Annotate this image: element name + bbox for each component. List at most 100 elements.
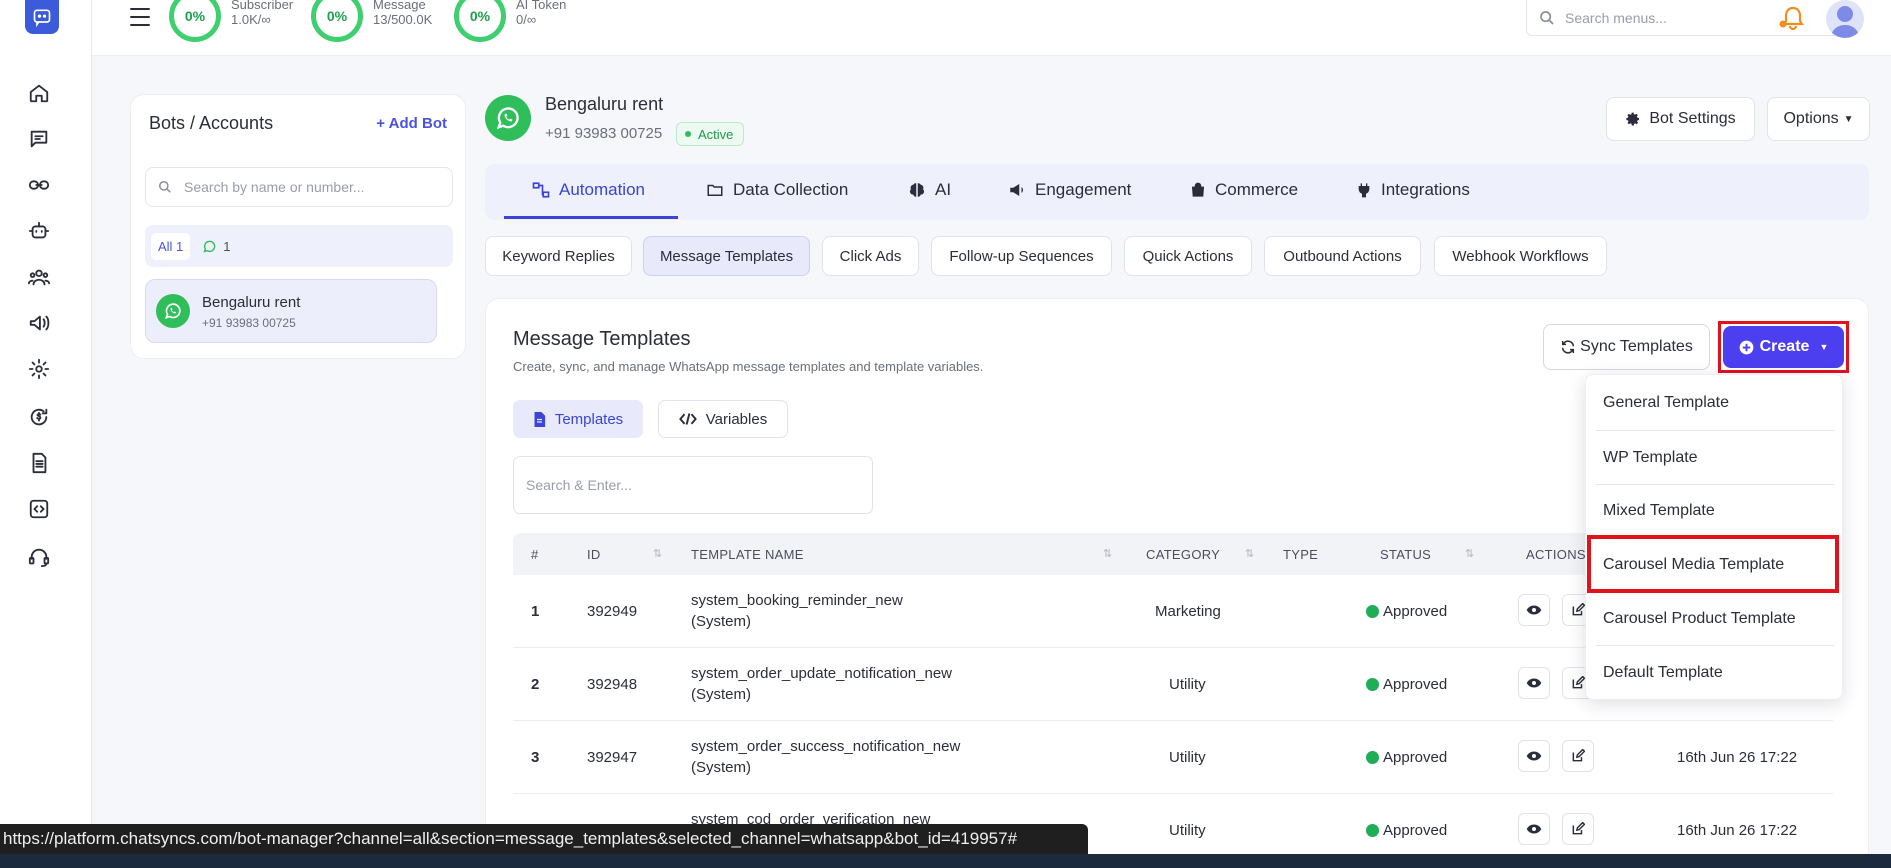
bot-item-phone: +91 93983 00725 [202,316,296,330]
template-category: Utility [1169,676,1206,693]
stat-label: Subscriber [231,0,294,12]
caret-down-icon: ▼ [1843,113,1854,125]
hamburger-menu-icon[interactable] [130,8,150,26]
tab-label: Engagement [1035,180,1132,199]
subtab-outbound-actions[interactable]: Outbound Actions [1264,236,1421,276]
broadcast-icon[interactable] [26,310,52,336]
column-header-id[interactable]: ID [587,533,601,575]
page-title: Message Templates [513,328,691,350]
whatsapp-icon [156,294,190,328]
subtab-message-templates[interactable]: Message Templates [643,236,810,276]
menu-item-general-template[interactable]: General Template [1586,376,1844,430]
column-header-num: # [531,546,539,562]
notification-bell-icon[interactable] [1778,4,1808,34]
sort-icon[interactable]: ⇅ [1103,547,1112,560]
sort-icon[interactable]: ⇅ [653,547,662,560]
megaphone-icon [1010,184,1023,196]
file-icon [534,411,545,427]
status-badge-label: Active [698,126,734,142]
subtab-click-ads[interactable]: Click Ads [822,236,919,276]
edit-icon[interactable] [1562,740,1594,772]
support-headset-icon[interactable] [26,544,52,570]
bot-settings-label: Bot Settings [1649,110,1736,127]
settings-gear-icon[interactable] [26,356,52,382]
edit-icon[interactable] [1562,813,1594,845]
tab-commerce[interactable]: Commerce [1190,162,1298,218]
row-number: 2 [531,676,540,693]
status-label: Approved [1383,749,1448,766]
menu-item-mixed-template[interactable]: Mixed Template [1586,484,1844,538]
status-label: Approved [1383,603,1448,620]
view-eye-icon[interactable] [1518,594,1550,626]
message-stat: 0% Message 13/500.0K [311,0,432,42]
link-icon[interactable] [26,172,52,198]
users-icon[interactable] [26,264,52,290]
filter-all-chip[interactable]: All 1 [151,232,191,260]
tab-engagement[interactable]: Engagement [1008,162,1131,218]
column-header-type: TYPE [1283,546,1319,562]
templates-toggle-label: Templates [554,410,624,428]
user-avatar[interactable] [1826,0,1864,38]
add-bot-button[interactable]: + Add Bot [376,115,447,132]
bot-list-item[interactable]: Bengaluru rent +91 93983 00725 [145,279,437,343]
row-number: 3 [531,749,540,766]
template-search-input[interactable] [526,477,846,493]
tab-ai[interactable]: AI [908,162,951,218]
sort-icon[interactable]: ⇅ [1245,547,1254,560]
home-icon[interactable] [26,80,52,106]
bots-accounts-panel: Bots / Accounts + Add Bot All 1 1 Bengal… [130,94,466,359]
bot-icon[interactable] [26,218,52,244]
status-bar-url: https://platform.chatsyncs.com/bot-manag… [0,824,1088,854]
bot-item-name: Bengaluru rent [202,294,301,311]
column-header-status[interactable]: STATUS [1380,533,1431,575]
bot-title: Bengaluru rent [545,94,664,114]
subtab-keyword-replies[interactable]: Keyword Replies [485,236,632,276]
bots-search-input[interactable] [184,179,434,195]
subtab-follow-up-sequences[interactable]: Follow-up Sequences [931,236,1112,276]
top-bar: 0% Subscriber 1.0K/∞ 0% Message 13/500.0… [92,0,1891,56]
menu-item-carousel-product-template[interactable]: Carousel Product Template [1586,592,1844,646]
template-tag: (System) [691,686,751,703]
column-header-template-name[interactable]: TEMPLATE NAME [691,533,804,575]
variables-toggle-button[interactable]: Variables [658,400,788,438]
page-subtitle: Create, sync, and manage WhatsApp messag… [513,359,984,374]
template-category: Marketing [1155,603,1221,620]
tab-automation[interactable]: Automation [532,162,645,218]
brain-icon [909,183,925,197]
app-logo-icon[interactable] [25,0,59,34]
ai-token-progress-ring: 0% [454,0,506,42]
menu-search-input[interactable] [1565,9,1805,26]
view-eye-icon[interactable] [1518,740,1550,772]
template-status: Approved [1366,822,1447,839]
billing-icon[interactable] [26,404,52,430]
subscriber-progress-ring: 0% [169,0,221,42]
messages-icon[interactable] [26,126,52,152]
bots-panel-title: Bots / Accounts [149,113,274,133]
view-eye-icon[interactable] [1518,813,1550,845]
tab-data-collection[interactable]: Data Collection [706,162,848,218]
column-header-category[interactable]: CATEGORY [1146,533,1220,575]
menu-item-default-template[interactable]: Default Template [1586,646,1844,700]
options-label: Options [1783,110,1839,127]
stat-label: Message [373,0,426,12]
menu-item-wp-template[interactable]: WP Template [1586,431,1844,485]
subscriber-stat: 0% Subscriber 1.0K/∞ [169,0,293,42]
view-eye-icon[interactable] [1518,667,1550,699]
filter-whatsapp-chip[interactable]: 1 [202,239,231,254]
tab-label: Automation [559,180,645,199]
subtab-quick-actions[interactable]: Quick Actions [1124,236,1252,276]
bot-settings-button[interactable]: Bot Settings [1606,97,1755,141]
ai-token-stat: 0% AI Token 0/∞ [454,0,566,42]
tab-integrations[interactable]: Integrations [1356,162,1470,218]
document-icon[interactable] [26,450,52,476]
status-label: Approved [1383,676,1448,693]
sync-templates-button[interactable]: Sync Templates [1543,324,1710,370]
flow-icon [532,182,550,198]
sort-icon[interactable]: ⇅ [1465,547,1474,560]
options-dropdown-button[interactable]: Options ▼ [1767,97,1870,141]
templates-toggle-button[interactable]: Templates [513,400,643,438]
channel-filter-row: All 1 1 [145,225,453,267]
subtab-webhook-workflows[interactable]: Webhook Workflows [1434,236,1607,276]
code-icon[interactable] [26,496,52,522]
create-button-highlight [1718,321,1849,373]
